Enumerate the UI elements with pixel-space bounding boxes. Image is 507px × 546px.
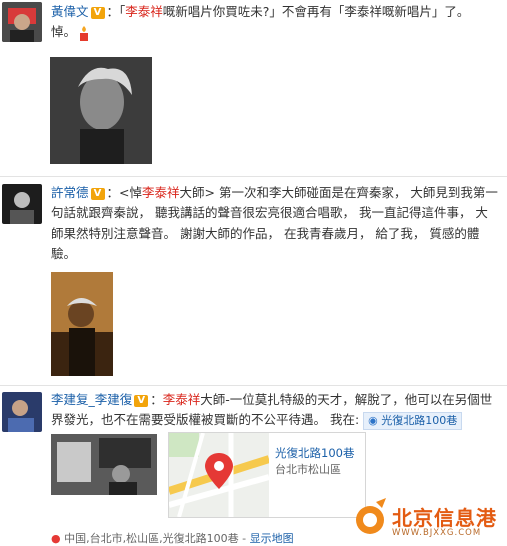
map-thumbnail[interactable] — [169, 433, 269, 517]
post3-text-line1: 李建复_李建復 V ：李泰祥大師-一位莫扎特級的天才，解脫了，他可以在另個世 — [51, 392, 493, 407]
username-xu-chang-de[interactable]: 許常德 — [51, 185, 89, 200]
post1-text-line1: 黃偉文 V ：「李泰祥嘅新唱片你買咗未?」不會再有「李泰祥嘅新唱片」了。 — [51, 4, 470, 19]
location-chip[interactable]: ◉ 光復北路100巷 — [363, 411, 463, 430]
post2-text-line3: 師果然特別注意聲音。 謝謝大師的作品， 在我青春歲月， 給了我， 質感的體 — [51, 226, 480, 241]
post3-footer-location: ● 中国,台北市,松山區,光復北路100巷 - 显示地图 — [51, 532, 294, 545]
hashtag-li-tai-xiang[interactable]: 李泰祥 — [142, 185, 180, 200]
watermark-logo-icon — [356, 498, 386, 534]
avatar-image — [2, 392, 42, 432]
avatar-image — [2, 2, 42, 42]
map-card[interactable]: 光復北路100巷 台北市松山區 — [168, 432, 366, 518]
avatar-xu-chang-de[interactable] — [2, 184, 42, 224]
verified-badge-icon: V — [90, 187, 105, 200]
portrait-photo-image — [50, 57, 152, 164]
post1-photo[interactable] — [50, 57, 152, 164]
post3-text-line2: 界發光，也不在需要受版權被買斷的不公平待遇。 我在: ◉ 光復北路100巷 — [51, 410, 463, 430]
post1-text-line2: 悼。 — [51, 22, 90, 42]
watermark-url: WWW.BJXXG.COM — [392, 528, 482, 538]
avatar-image — [2, 184, 42, 224]
username-huang-wei-wen[interactable]: 黃偉文 — [51, 4, 89, 19]
username-li-jian-fu[interactable]: 李建复_李建復 — [51, 392, 132, 407]
post2-text-line1: 許常德 V ：<悼李泰祥大師> 第一次和李大師碰面是在齊秦家， 大師見到我第一 — [51, 185, 498, 200]
map-title[interactable]: 光復北路100巷 — [275, 445, 354, 461]
show-map-link[interactable]: 显示地图 — [250, 532, 294, 545]
map-subtitle: 台北市松山區 — [275, 463, 341, 476]
post2-text-line2: 句話就跟齊秦說， 聽我講話的聲音很宏亮很適合唱歌， 我一直記得這件事， 大 — [51, 205, 488, 220]
watermark-name: 北京信息港 — [392, 506, 497, 530]
hashtag-li-tai-xiang[interactable]: 李泰祥 — [163, 392, 201, 407]
divider — [0, 176, 507, 177]
verified-badge-icon: V — [134, 394, 149, 407]
studio-photo-image — [51, 434, 157, 495]
avatar-li-jian-fu[interactable] — [2, 392, 42, 432]
verified-badge-icon: V — [90, 6, 105, 19]
site-watermark: 北京信息港 WWW.BJXXG.COM — [352, 496, 504, 542]
candle-icon — [78, 25, 90, 41]
hashtag-li-tai-xiang[interactable]: 李泰祥 — [125, 4, 163, 19]
location-pin-icon: ● — [51, 532, 61, 545]
post2-photo[interactable] — [51, 272, 113, 376]
post3-photo[interactable] — [51, 434, 157, 495]
location-pin-icon: ◉ — [368, 413, 378, 427]
divider — [0, 385, 507, 386]
avatar-huang-wei-wen[interactable] — [2, 2, 42, 42]
post2-text-line4: 驗。 — [51, 246, 77, 261]
portrait-photo-image — [51, 272, 113, 376]
